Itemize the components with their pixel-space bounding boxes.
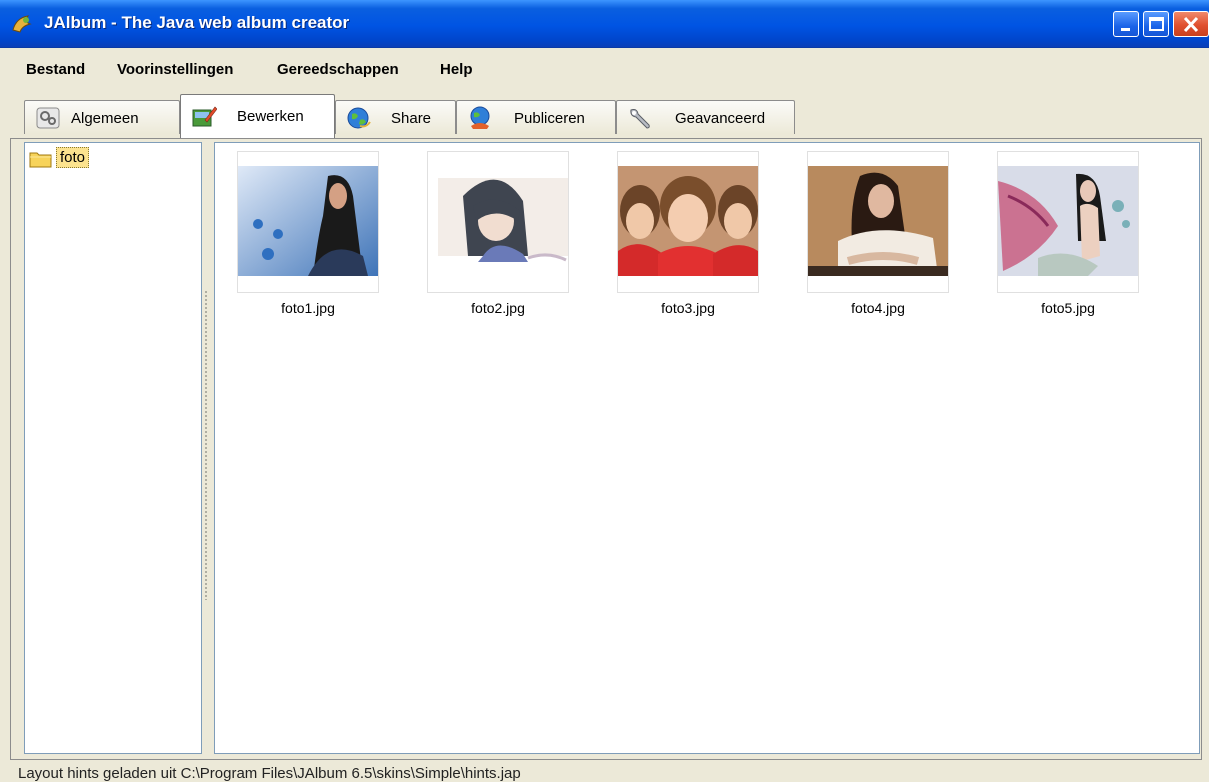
- thumbnail-label: foto2.jpg: [471, 300, 525, 316]
- menu-voorinstellingen[interactable]: Voorinstellingen: [117, 61, 233, 78]
- tab-algemeen[interactable]: Algemeen: [24, 100, 180, 134]
- tab-publiceren[interactable]: Publiceren: [456, 100, 616, 134]
- thumbnail-grid[interactable]: foto1.jpg foto2.jpg foto3.jpg foto4.jpg …: [214, 142, 1200, 754]
- window-title: JAlbum - The Java web album creator: [44, 13, 350, 32]
- thumbnail-label: foto5.jpg: [1041, 300, 1095, 316]
- tab-label: Bewerken: [237, 108, 304, 125]
- globe-share-icon: [347, 107, 371, 129]
- menu-gereedschappen[interactable]: Gereedschappen: [277, 61, 399, 78]
- close-button[interactable]: [1173, 11, 1209, 37]
- tab-bewerken[interactable]: Bewerken: [180, 94, 335, 138]
- maximize-icon: [1149, 17, 1164, 31]
- minimize-icon: [1121, 28, 1130, 31]
- tab-share[interactable]: Share: [335, 100, 456, 134]
- tree-item-label: foto: [56, 147, 90, 168]
- folder-tree-panel[interactable]: foto: [24, 142, 202, 754]
- globe-publish-icon: [470, 106, 490, 129]
- menu-bestand[interactable]: Bestand: [26, 61, 85, 78]
- splitter-handle[interactable]: [204, 290, 208, 600]
- photo-image: [618, 166, 758, 276]
- close-icon: [1183, 16, 1199, 33]
- title-bar[interactable]: JAlbum - The Java web album creator: [0, 0, 1209, 48]
- status-bar: Layout hints geladen uit C:\Program File…: [18, 765, 521, 782]
- photo-image: [428, 166, 568, 276]
- thumbnail-foto1[interactable]: [237, 151, 379, 293]
- tab-label: Share: [391, 110, 432, 127]
- photo-image: [238, 166, 378, 276]
- jalbum-app-icon: [12, 15, 32, 33]
- tab-label: Geavanceerd: [675, 110, 766, 127]
- tab-label: Algemeen: [71, 110, 139, 127]
- menu-bar: Bestand Voorinstellingen Gereedschappen …: [0, 56, 1209, 84]
- tab-geavanceerd[interactable]: Geavanceerd: [616, 100, 795, 134]
- photo-image: [998, 166, 1138, 276]
- thumbnail-foto2[interactable]: [427, 151, 569, 293]
- photo-image: [808, 166, 948, 276]
- minimize-button[interactable]: [1113, 11, 1139, 37]
- menu-help[interactable]: Help: [440, 61, 473, 78]
- thumbnail-foto5[interactable]: [997, 151, 1139, 293]
- settings-icon: [36, 107, 60, 129]
- thumbnail-label: foto1.jpg: [281, 300, 335, 316]
- thumbnail-label: foto3.jpg: [661, 300, 715, 316]
- maximize-button[interactable]: [1143, 11, 1169, 37]
- edit-photo-icon: [192, 106, 217, 127]
- thumbnail-foto4[interactable]: [807, 151, 949, 293]
- wrench-icon: [630, 109, 650, 129]
- tab-strip: Algemeen Bewerken Share Publiceren Geava…: [0, 94, 1209, 138]
- tab-label: Publiceren: [514, 110, 585, 127]
- thumbnail-label: foto4.jpg: [851, 300, 905, 316]
- thumbnail-foto3[interactable]: [617, 151, 759, 293]
- folder-icon: [29, 152, 52, 168]
